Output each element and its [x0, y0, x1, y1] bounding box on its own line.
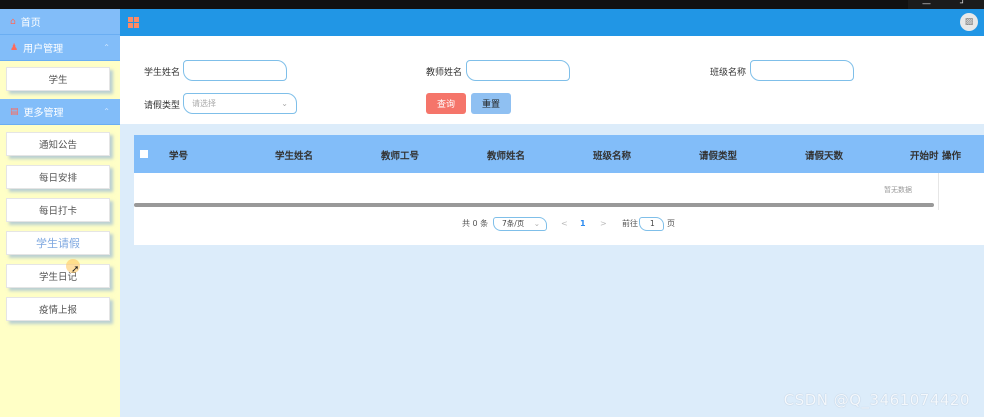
sidebar-item-epidemic-report[interactable]: 疫情上报	[6, 297, 110, 321]
chevron-down-icon: ⌄	[281, 99, 288, 108]
page-size-select[interactable]: 7条/页 ⌄	[493, 217, 547, 231]
watermark: CSDN @Q_3461074420	[783, 391, 970, 409]
home-icon: ⌂	[10, 16, 16, 27]
main-content: 学生姓名 教师姓名 班级名称 请假类型 请选择 ⌄ 查询 重置 学号 学生姓名 …	[120, 36, 984, 417]
teacher-name-input[interactable]	[466, 60, 570, 81]
column-header-leave-type: 请假类型	[699, 151, 738, 162]
sidebar-item-student[interactable]: 学生	[6, 67, 110, 91]
column-header-operation: 操作	[942, 151, 962, 162]
sidebar-item-student-leave[interactable]: 学生请假	[6, 231, 110, 255]
empty-text: 暂无数据	[884, 186, 912, 194]
table-header: 学号 学生姓名 教师工号 教师姓名 班级名称 请假类型 请假天数 开始时 操作	[134, 135, 984, 173]
select-all-checkbox[interactable]	[140, 150, 148, 158]
student-name-input[interactable]	[183, 60, 287, 81]
query-button[interactable]: 查询	[426, 93, 466, 114]
sidebar-item-home[interactable]: ⌂ 首页	[0, 9, 120, 35]
sidebar-item-daily-schedule[interactable]: 每日安排	[6, 165, 110, 189]
leave-type-label: 请假类型	[144, 101, 181, 111]
image-icon: ▨	[964, 17, 974, 27]
chevron-up-icon: ⌃	[103, 107, 110, 116]
reset-button[interactable]: 重置	[471, 93, 511, 114]
teacher-name-label: 教师姓名	[426, 68, 463, 78]
prev-page-button[interactable]: <	[561, 219, 568, 228]
student-name-label: 学生姓名	[144, 68, 181, 78]
sidebar-item-label: 首页	[20, 18, 41, 29]
class-name-input[interactable]	[750, 60, 854, 81]
leave-table: 学号 学生姓名 教师工号 教师姓名 班级名称 请假类型 请假天数 开始时 操作 …	[134, 135, 984, 245]
sidebar-item-notice[interactable]: 通知公告	[6, 132, 110, 156]
column-header-teacher-name: 教师姓名	[487, 151, 526, 162]
sidebar-group-label: 更多管理	[23, 108, 64, 119]
goto-page-input[interactable]: 1	[639, 217, 664, 231]
menu-grid-icon[interactable]	[128, 17, 139, 28]
column-header-student-id: 学号	[169, 151, 189, 162]
column-header-class-name: 班级名称	[593, 151, 632, 162]
sidebar-item-daily-checkin[interactable]: 每日打卡	[6, 198, 110, 222]
user-icon: ♟	[10, 42, 19, 53]
goto-label: 前往	[622, 219, 638, 228]
mouse-pointer-icon: ➚	[71, 264, 80, 275]
chevron-up-icon: ⌃	[103, 43, 110, 52]
window-top-strip	[0, 0, 984, 9]
sidebar-item-student-diary[interactable]: 学生日记	[6, 264, 110, 288]
window-control-icon[interactable]: ┘	[960, 0, 965, 9]
sidebar-group-user-management[interactable]: ♟ 用户管理 ⌃	[0, 35, 120, 61]
column-header-leave-days: 请假天数	[805, 151, 844, 162]
column-header-start-time: 开始时	[910, 151, 939, 162]
operation-column	[938, 173, 984, 210]
current-page-number[interactable]: 1	[580, 219, 586, 228]
chevron-down-icon: ⌄	[533, 219, 540, 228]
list-icon: ▤	[10, 106, 19, 117]
minimize-icon[interactable]: —	[922, 0, 931, 9]
column-header-student-name: 学生姓名	[275, 151, 314, 162]
top-header-bar: ▨	[120, 9, 984, 36]
sidebar-group-more-management[interactable]: ▤ 更多管理 ⌃	[0, 99, 120, 125]
horizontal-scrollbar[interactable]	[134, 203, 934, 207]
class-name-label: 班级名称	[710, 68, 747, 78]
leave-type-select[interactable]: 请选择 ⌄	[183, 93, 297, 114]
search-panel: 学生姓名 教师姓名 班级名称 请假类型 请选择 ⌄ 查询 重置	[120, 36, 984, 124]
page-suffix: 页	[667, 219, 675, 228]
column-header-teacher-id: 教师工号	[381, 151, 420, 162]
sidebar: ⌂ 首页 ♟ 用户管理 ⌃ 学生 ▤ 更多管理 ⌃ 通知公告 每日安排 每日打卡…	[0, 9, 120, 417]
next-page-button[interactable]: >	[600, 219, 607, 228]
pagination-total: 共 0 条	[462, 219, 489, 228]
sidebar-group-label: 用户管理	[23, 44, 64, 55]
avatar[interactable]: ▨	[960, 13, 978, 31]
leave-type-placeholder: 请选择	[192, 99, 216, 108]
